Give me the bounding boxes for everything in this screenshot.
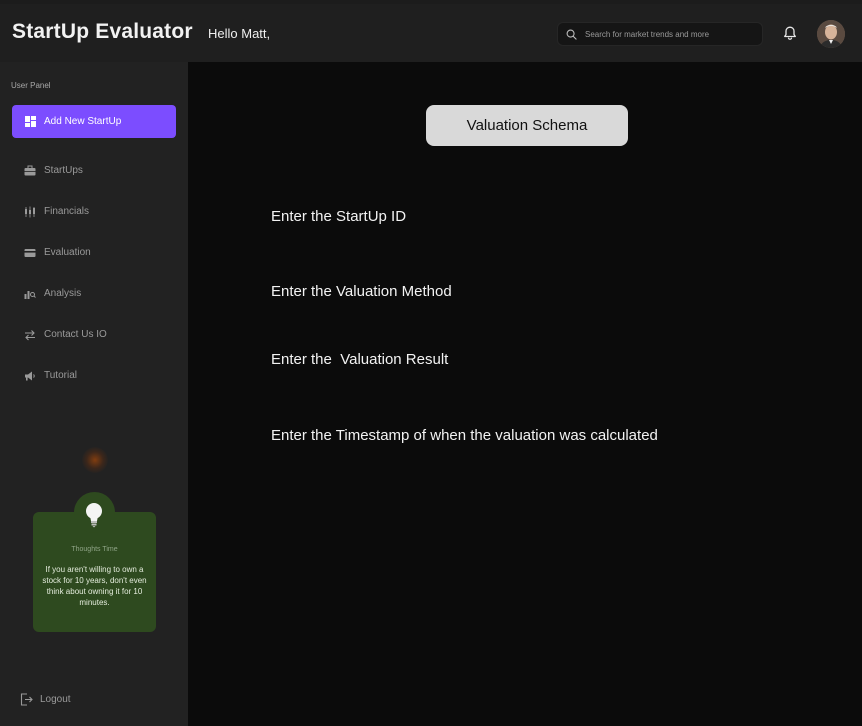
logout-icon: [20, 693, 33, 706]
app-window: StartUp Evaluator Hello Matt, User Pa: [0, 4, 862, 726]
sidebar-item-tutorial[interactable]: Tutorial: [12, 366, 176, 388]
sidebar-item-label: Evaluation: [44, 247, 91, 258]
panel-label: User Panel: [11, 81, 51, 90]
thoughts-title: Thoughts Time: [71, 546, 118, 553]
search-input[interactable]: [585, 26, 757, 43]
sidebar-item-financials[interactable]: Financials: [12, 202, 176, 224]
greeting-text: Hello Matt,: [208, 26, 271, 41]
valuation-result-label: Enter the Valuation Result: [271, 351, 449, 368]
search-icon: [566, 29, 577, 40]
valuation-schema-button[interactable]: Valuation Schema: [426, 105, 628, 146]
app-title: StartUp Evaluator: [12, 20, 193, 43]
briefcase-icon: [24, 165, 36, 176]
sidebar-item-evaluation[interactable]: Evaluation: [12, 243, 176, 265]
sidebar-item-label: Add New StartUp: [44, 116, 122, 127]
thoughts-quote: If you aren't willing to own a stock for…: [42, 565, 147, 607]
logout-label: Logout: [40, 694, 71, 705]
lightbulb-icon: [86, 503, 102, 528]
sidebar: User Panel Add New StartUp StartUps Fina…: [0, 62, 188, 726]
sidebar-item-contact[interactable]: Contact Us IO: [12, 325, 176, 347]
sidebar-item-add-new-startup[interactable]: Add New StartUp: [12, 105, 176, 138]
search-bar[interactable]: [557, 22, 763, 46]
timestamp-label: Enter the Timestamp of when the valuatio…: [271, 427, 658, 444]
main-content: Valuation Schema Enter the StartUp ID En…: [188, 62, 862, 726]
sidebar-item-analysis[interactable]: Analysis: [12, 284, 176, 306]
candlestick-icon: [25, 206, 35, 218]
swap-arrows-icon: [25, 330, 35, 341]
sidebar-item-startups[interactable]: StartUps: [12, 161, 176, 183]
dashboard-icon: [25, 116, 36, 127]
sidebar-item-label: Analysis: [44, 288, 82, 299]
sidebar-item-label: Financials: [44, 206, 90, 217]
sidebar-item-label: StartUps: [44, 165, 83, 176]
sidebar-item-label: Tutorial: [44, 370, 77, 381]
bell-icon[interactable]: [782, 25, 798, 41]
analysis-icon: [24, 291, 36, 299]
card-icon: [24, 249, 36, 257]
avatar[interactable]: [817, 20, 845, 48]
decorative-glow: [82, 447, 108, 473]
megaphone-icon: [25, 371, 35, 381]
avatar-portrait-icon: [817, 20, 845, 48]
startup-id-label: Enter the StartUp ID: [271, 208, 407, 225]
valuation-method-label: Enter the Valuation Method: [271, 283, 452, 300]
sidebar-item-label: Contact Us IO: [44, 329, 107, 340]
top-header: StartUp Evaluator Hello Matt,: [0, 4, 862, 62]
logout-button[interactable]: Logout: [20, 691, 100, 709]
